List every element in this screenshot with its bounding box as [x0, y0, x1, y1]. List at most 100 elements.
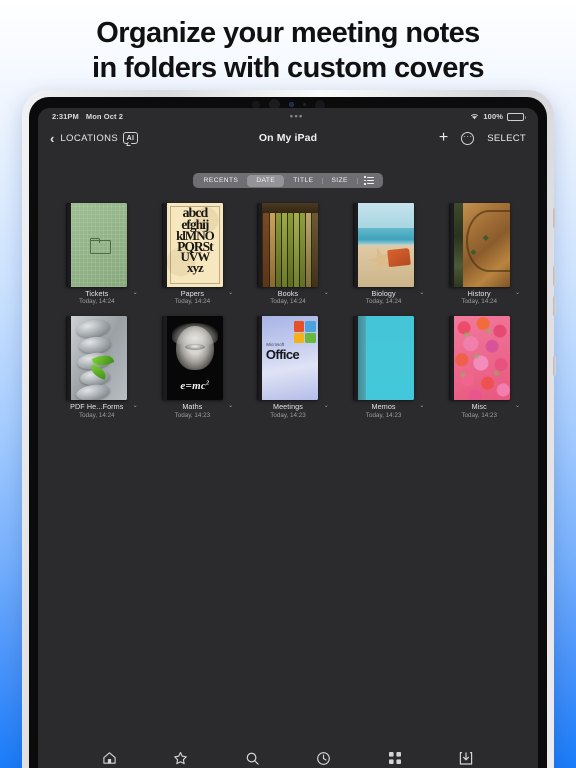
- sort-option-recents[interactable]: RECENTS: [195, 175, 248, 187]
- file-name: Maths: [182, 403, 203, 412]
- office-label: Office: [265, 346, 300, 362]
- file-item[interactable]: e=mc2 Maths ⌄ Today, 14:23: [150, 316, 236, 419]
- bookshelf-cover[interactable]: [257, 203, 319, 287]
- cover-spine: [448, 203, 454, 287]
- cover-spine: [66, 316, 72, 401]
- book-spine: [269, 213, 276, 287]
- cover-spine: [353, 316, 359, 401]
- promo-headline: Organize your meeting notes in folders w…: [0, 16, 576, 87]
- zen-stones-cover[interactable]: [66, 316, 128, 401]
- calligraphy-letters: abcd efghij klMNO PQRSt UVW xyz: [171, 207, 219, 283]
- file-meta: Misc ⌄ Today, 14:23: [436, 403, 522, 419]
- status-center-dots: •••: [289, 111, 304, 121]
- add-button[interactable]: +: [439, 129, 448, 145]
- beach-starfish-cover[interactable]: [353, 203, 415, 287]
- einstein-hair: [171, 323, 218, 346]
- file-item[interactable]: History ⌄ Today, 14:24: [436, 203, 522, 306]
- list-view-toggle[interactable]: [356, 175, 381, 187]
- home-icon[interactable]: [101, 749, 119, 767]
- calligraphy-cover[interactable]: abcd efghij klMNO PQRSt UVW xyz: [161, 203, 223, 287]
- file-date: Today, 14:23: [270, 411, 306, 419]
- chevron-down-icon[interactable]: ⌄: [133, 403, 138, 409]
- book-spine: [305, 213, 312, 287]
- file-meta: Meetings ⌄ Today, 14:23: [245, 403, 331, 419]
- ornate-arc: [466, 209, 510, 272]
- list-view-icon: [363, 176, 375, 185]
- file-item[interactable]: Books ⌄ Today, 14:24: [245, 203, 331, 306]
- book-spine: [287, 213, 294, 287]
- book-spine: [311, 213, 318, 287]
- file-meta: Papers ⌄ Today, 14:24: [150, 290, 236, 306]
- nav-back-group[interactable]: ‹ LOCATIONS AI: [50, 132, 138, 145]
- cover-art: [71, 203, 128, 287]
- file-name: Meetings: [273, 403, 303, 412]
- file-item[interactable]: Biology ⌄ Today, 14:24: [341, 203, 427, 306]
- chevron-down-icon[interactable]: ⌄: [324, 403, 329, 409]
- headline-line-1: Organize your meeting notes: [96, 17, 480, 49]
- chevron-down-icon[interactable]: ⌄: [419, 403, 424, 409]
- chevron-down-icon[interactable]: ⌄: [515, 403, 520, 409]
- locations-back-label[interactable]: LOCATIONS: [60, 133, 118, 144]
- file-meta: Tickets ⌄ Today, 14:24: [54, 290, 140, 306]
- chevron-down-icon[interactable]: ⌄: [133, 290, 138, 296]
- cover-band: [358, 316, 367, 401]
- file-meta: PDF He...Forms ⌄ Today, 14:24: [54, 403, 140, 419]
- battery-percent-label: 100%: [483, 112, 503, 121]
- file-item[interactable]: Misc ⌄ Today, 14:23: [436, 316, 522, 419]
- ai-badge[interactable]: AI: [123, 132, 138, 144]
- file-item[interactable]: Tickets ⌄ Today, 14:24: [54, 203, 140, 306]
- file-date: Today, 14:23: [174, 411, 211, 419]
- file-meta: Maths ⌄ Today, 14:23: [150, 403, 236, 419]
- file-name: Biology: [371, 290, 396, 298]
- wifi-icon: [471, 114, 479, 120]
- import-icon[interactable]: [457, 749, 475, 767]
- search-icon[interactable]: [243, 749, 261, 767]
- file-grid: Tickets ⌄ Today, 14:24 abcd efghij klMNO…: [38, 203, 538, 420]
- cyan-plain-cover[interactable]: [353, 316, 415, 401]
- file-date: Today, 14:24: [365, 298, 402, 306]
- device-bezel: 2:31PM Mon Oct 2 ••• 100% ‹ LOCATIONS AI…: [29, 97, 547, 768]
- sort-option-date[interactable]: DATE: [247, 174, 285, 187]
- file-date: Today, 14:24: [270, 298, 306, 306]
- pink-floral-cover[interactable]: [448, 316, 510, 401]
- sort-segmented-control[interactable]: RECENTS DATE TITLE SIZE: [193, 173, 383, 188]
- chevron-down-icon[interactable]: ⌄: [419, 290, 424, 296]
- more-options-button[interactable]: ···: [461, 131, 475, 145]
- battery-icon: [507, 112, 526, 121]
- camera-mic-icon: [302, 103, 306, 106]
- chevron-down-icon[interactable]: ⌄: [228, 403, 233, 409]
- nav-actions: + ··· SELECT: [439, 129, 526, 145]
- equation-exponent: 2: [206, 380, 210, 387]
- chevron-down-icon[interactable]: ⌄: [228, 290, 233, 296]
- back-chevron-icon[interactable]: ‹: [50, 132, 54, 145]
- file-item[interactable]: Memos ⌄ Today, 14:23: [341, 316, 427, 419]
- sort-option-size[interactable]: SIZE: [322, 175, 356, 187]
- device-side-button: [553, 266, 556, 286]
- chevron-down-icon[interactable]: ⌄: [324, 290, 329, 296]
- chevron-down-icon[interactable]: ⌄: [515, 290, 520, 296]
- green-folder-cover[interactable]: [66, 203, 128, 287]
- device-side-button: [553, 296, 556, 316]
- book-spine: [293, 213, 300, 287]
- select-button[interactable]: SELECT: [487, 133, 526, 144]
- recents-clock-icon[interactable]: [315, 749, 333, 767]
- book-spine: [275, 213, 282, 287]
- grid-icon[interactable]: [386, 749, 404, 767]
- ornate-marble-cover[interactable]: [448, 203, 510, 287]
- cover-art: [71, 316, 128, 401]
- file-name: Papers: [180, 290, 205, 298]
- file-item[interactable]: Microsoft Office Meetings ⌄ Today, 14:23: [245, 316, 331, 419]
- cover-spine: [66, 203, 72, 287]
- cover-spine: [257, 316, 263, 401]
- office-logo-icon: [293, 321, 316, 344]
- coral-rock: [386, 248, 411, 268]
- file-item[interactable]: abcd efghij klMNO PQRSt UVW xyz Papers ⌄…: [150, 203, 236, 306]
- star-icon[interactable]: [172, 749, 190, 767]
- sort-option-title[interactable]: TITLE: [284, 175, 322, 187]
- file-name: History: [467, 290, 491, 298]
- einstein-cover[interactable]: e=mc2: [161, 316, 223, 401]
- ms-office-cover[interactable]: Microsoft Office: [257, 316, 319, 401]
- file-item[interactable]: PDF He...Forms ⌄ Today, 14:24: [54, 316, 140, 419]
- file-name: Memos: [371, 403, 396, 412]
- status-bar-left: 2:31PM Mon Oct 2: [52, 112, 123, 121]
